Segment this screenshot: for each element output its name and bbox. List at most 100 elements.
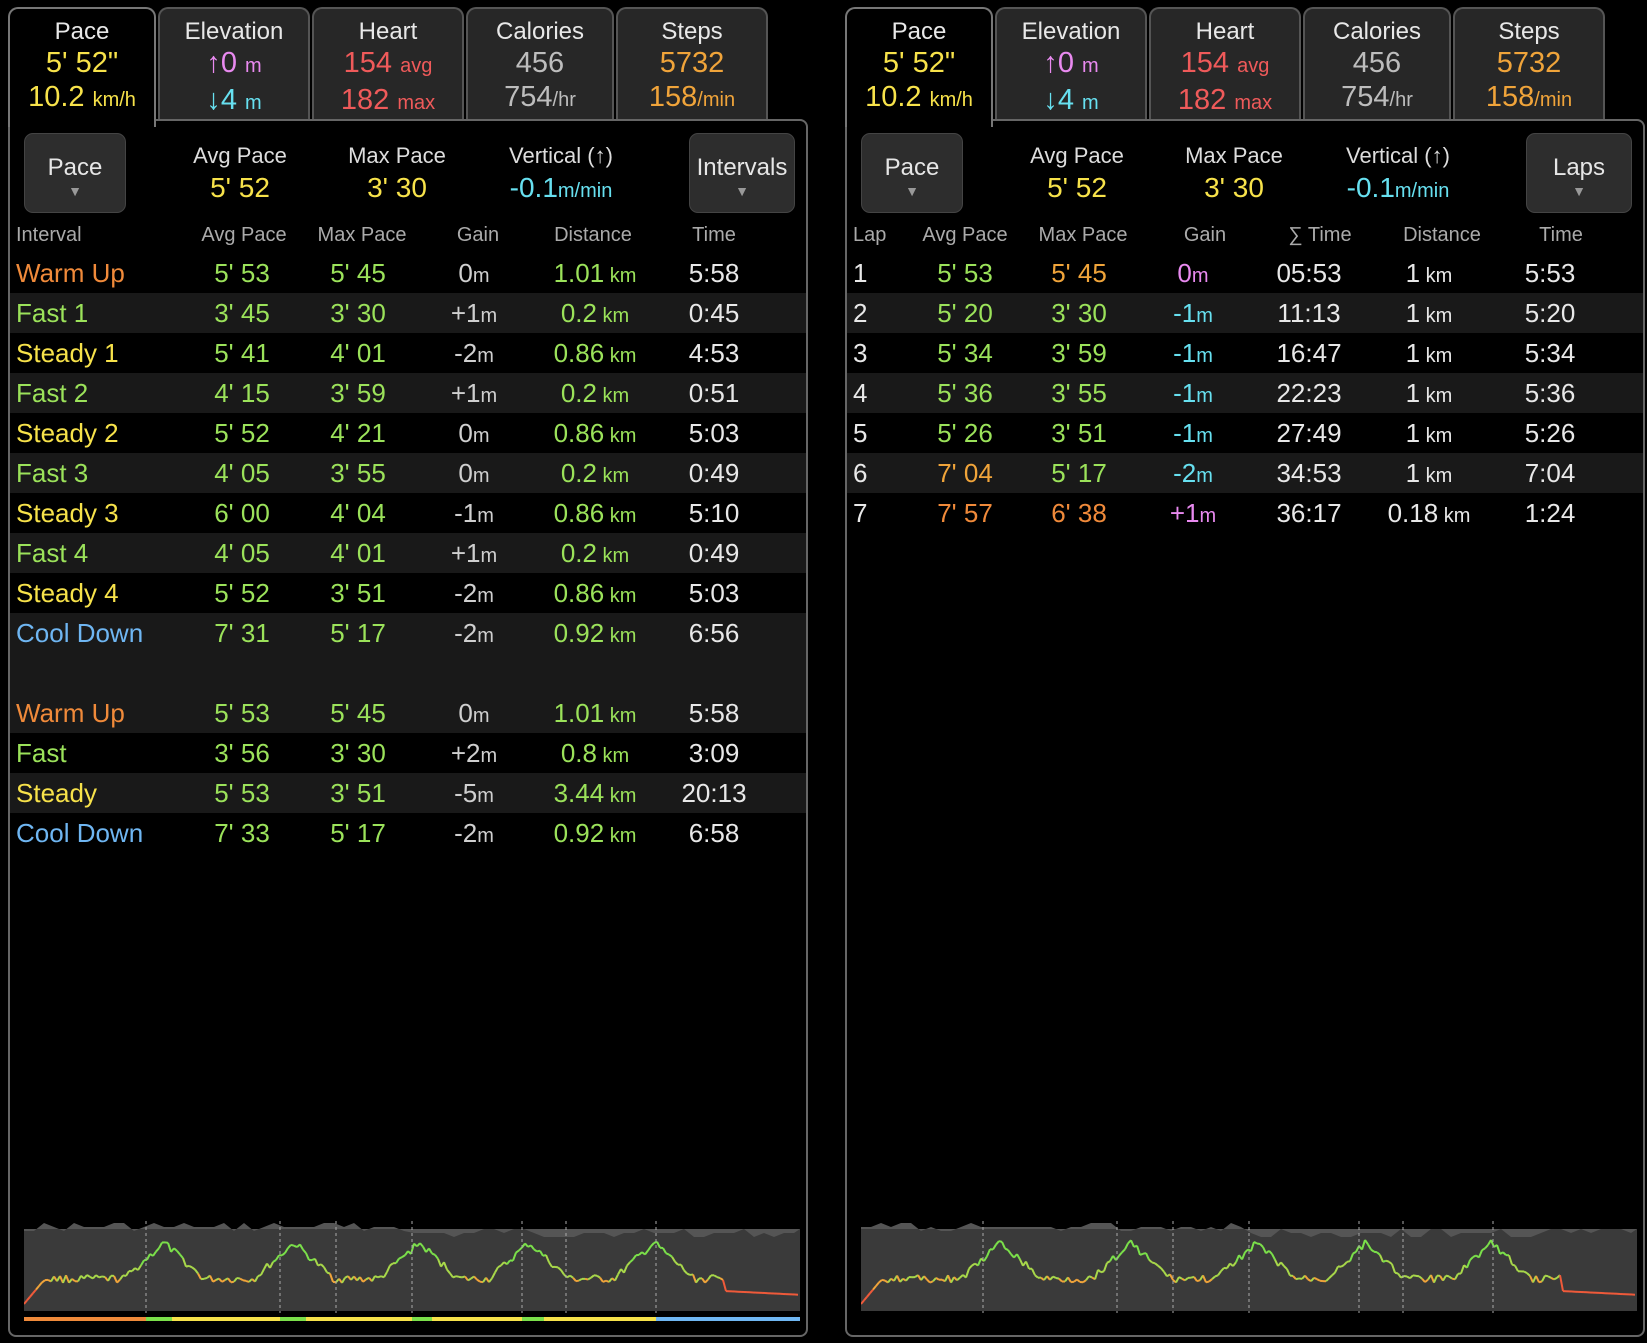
table-row[interactable]: Cool Down 7' 31 5' 17 -2m 0.92 km 6:56 <box>10 613 806 653</box>
table-row[interactable]: Warm Up 5' 53 5' 45 0m 1.01 km 5:58 <box>10 693 806 733</box>
mode-select-button[interactable]: Laps ▼ <box>1526 133 1632 213</box>
table-row[interactable]: 5 5' 26 3' 51 -1m 27:49 1 km 5:26 <box>847 413 1643 453</box>
interval-color-bar <box>280 1317 306 1321</box>
header-time: Time <box>692 224 736 246</box>
tab-heart[interactable]: Heart 154 avg 182 max <box>1149 7 1301 121</box>
time: 5:03 <box>688 578 740 608</box>
tab-pace[interactable]: Pace 5' 52" 10.2 km/h <box>845 7 993 127</box>
max-pace: 5' 17 <box>1051 458 1107 488</box>
header-cumulative-time: ∑ Time <box>1288 224 1352 246</box>
interval-color-bar <box>522 1317 544 1321</box>
intervals-table: Interval Avg Pace Max Pace Gain Distance… <box>10 217 806 853</box>
table-row[interactable]: 7 7' 57 6' 38 +1m 36:17 0.18 km 1:24 <box>847 493 1643 533</box>
pace-line <box>1544 1274 1549 1278</box>
interval-color-bar <box>412 1317 432 1321</box>
interval-name: Fast 4 <box>16 538 89 568</box>
time: 5:26 <box>1524 418 1576 448</box>
pace-line <box>1352 1251 1357 1255</box>
metric-select-label: Pace <box>47 154 103 181</box>
tab-heart-avg-unit: avg <box>400 55 433 77</box>
table-row[interactable]: Fast 1 3' 45 3' 30 +1m 0.2 km 0:45 <box>10 293 806 333</box>
lap-number: 1 <box>853 258 868 288</box>
tab-steps[interactable]: Steps 5732 158/min <box>616 7 768 121</box>
pace-chart[interactable] <box>861 1219 1637 1327</box>
time: 4:53 <box>688 338 740 368</box>
distance: 0.18 km <box>1387 498 1471 528</box>
max-pace: 3' 30 <box>1051 298 1107 328</box>
table-row[interactable]: Steady 4 5' 52 3' 51 -2m 0.86 km 5:03 <box>10 573 806 613</box>
laps-table: Lap Avg Pace Max Pace Gain ∑ Time Distan… <box>847 217 1643 533</box>
table-row[interactable]: Steady 5' 53 3' 51 -5m 3.44 km 20:13 <box>10 773 806 813</box>
vertical-value: -0.1 <box>509 172 558 203</box>
table-row[interactable]: 3 5' 34 3' 59 -1m 16:47 1 km 5:34 <box>847 333 1643 373</box>
pace-line <box>1403 1274 1408 1278</box>
tab-steps[interactable]: Steps 5732 158/min <box>1453 7 1605 121</box>
metric-select-button[interactable]: Pace ▼ <box>24 133 126 213</box>
max-pace: 6' 38 <box>1051 498 1107 528</box>
cumulative-time: 22:23 <box>1276 378 1342 408</box>
pace-line <box>1214 1274 1219 1278</box>
table-row[interactable]: Fast 4 4' 05 4' 01 +1m 0.2 km 0:49 <box>10 533 806 573</box>
table-header: Lap Avg Pace Max Pace Gain ∑ Time Distan… <box>847 217 1643 253</box>
lap-number: 6 <box>853 458 868 488</box>
pace-line <box>203 1277 208 1280</box>
avg-pace: 5' 36 <box>937 378 993 408</box>
table-row[interactable]: Steady 3 6' 00 4' 04 -1m 0.86 km 5:10 <box>10 493 806 533</box>
max-pace: 3' 59 <box>1051 338 1107 368</box>
avg-pace-value: 5' 52 <box>210 172 270 203</box>
table-row[interactable]: Cool Down 7' 33 5' 17 -2m 0.92 km 6:58 <box>10 813 806 853</box>
table-row[interactable]: 6 7' 04 5' 17 -2m 34:53 1 km 7:04 <box>847 453 1643 493</box>
lap-number: 4 <box>853 378 868 408</box>
avg-pace-stat: Avg Pace 5' 52 <box>1017 143 1137 204</box>
gain: -1m <box>454 498 494 528</box>
max-pace: 3' 30 <box>330 738 386 768</box>
time: 1:24 <box>1524 498 1576 528</box>
mode-select-button[interactable]: Intervals ▼ <box>689 133 795 213</box>
tab-heart-max: 182 <box>1177 84 1227 116</box>
mode-select-label: Laps <box>1552 154 1606 181</box>
tab-heart-max-unit: max <box>1234 92 1273 114</box>
pace-line <box>1052 1275 1057 1279</box>
time: 0:51 <box>688 378 740 408</box>
tab-calories[interactable]: Calories 456 754/hr <box>466 7 614 121</box>
table-row[interactable]: 1 5' 53 5' 45 0m 05:53 1 km 5:53 <box>847 253 1643 293</box>
table-row[interactable]: Warm Up 5' 53 5' 45 0m 1.01 km 5:58 <box>10 253 806 293</box>
tab-elevation[interactable]: Elevation ↑0 m ↓4 m <box>995 7 1147 121</box>
table-row[interactable]: Fast 2 4' 15 3' 59 +1m 0.2 km 0:51 <box>10 373 806 413</box>
gain: -2m <box>1173 458 1213 488</box>
metric-select-button[interactable]: Pace ▼ <box>861 133 963 213</box>
pace-line <box>1055 1277 1060 1280</box>
tab-pace-speed-unit: km/h <box>929 89 973 111</box>
table-row[interactable]: Fast 3 4' 05 3' 55 0m 0.2 km 0:49 <box>10 453 806 493</box>
tab-elevation-up-unit: m <box>245 55 262 77</box>
tab-pace[interactable]: Pace 5' 52" 10.2 km/h <box>8 7 156 127</box>
avg-pace: 7' 33 <box>214 818 270 848</box>
table-row[interactable]: Steady 2 5' 52 4' 21 0m 0.86 km 5:03 <box>10 413 806 453</box>
pace-chart[interactable] <box>24 1219 800 1327</box>
pace-line <box>1511 1263 1516 1267</box>
tab-calories[interactable]: Calories 456 754/hr <box>1303 7 1451 121</box>
pace-line <box>1547 1275 1552 1279</box>
tab-steps-cadence: 158 <box>1485 81 1535 113</box>
avg-pace: 5' 26 <box>937 418 993 448</box>
pace-line <box>98 1275 103 1279</box>
tab-pace-value: 5' 52" <box>45 47 119 79</box>
table-row[interactable]: 2 5' 20 3' 30 -1m 11:13 1 km 5:20 <box>847 293 1643 333</box>
avg-pace: 5' 52 <box>214 418 270 448</box>
distance: 0.86 km <box>553 338 637 368</box>
chevron-down-icon: ▼ <box>735 183 749 199</box>
gain: 0m <box>1177 258 1209 288</box>
pace-line <box>1412 1274 1417 1277</box>
time: 5:36 <box>1524 378 1576 408</box>
tab-heart[interactable]: Heart 154 avg 182 max <box>312 7 464 121</box>
table-row[interactable]: Fast 3' 56 3' 30 +2m 0.8 km 3:09 <box>10 733 806 773</box>
vertical-label: Vertical (↑) <box>509 143 613 168</box>
table-row[interactable]: 4 5' 36 3' 55 -1m 22:23 1 km 5:36 <box>847 373 1643 413</box>
time: 0:45 <box>688 298 740 328</box>
tab-elevation[interactable]: Elevation ↑0 m ↓4 m <box>158 7 310 121</box>
distance: 0.86 km <box>553 498 637 528</box>
cumulative-time: 05:53 <box>1276 258 1342 288</box>
table-row[interactable]: Steady 1 5' 41 4' 01 -2m 0.86 km 4:53 <box>10 333 806 373</box>
max-pace-label: Max Pace <box>1185 143 1283 168</box>
max-pace: 3' 55 <box>330 458 386 488</box>
